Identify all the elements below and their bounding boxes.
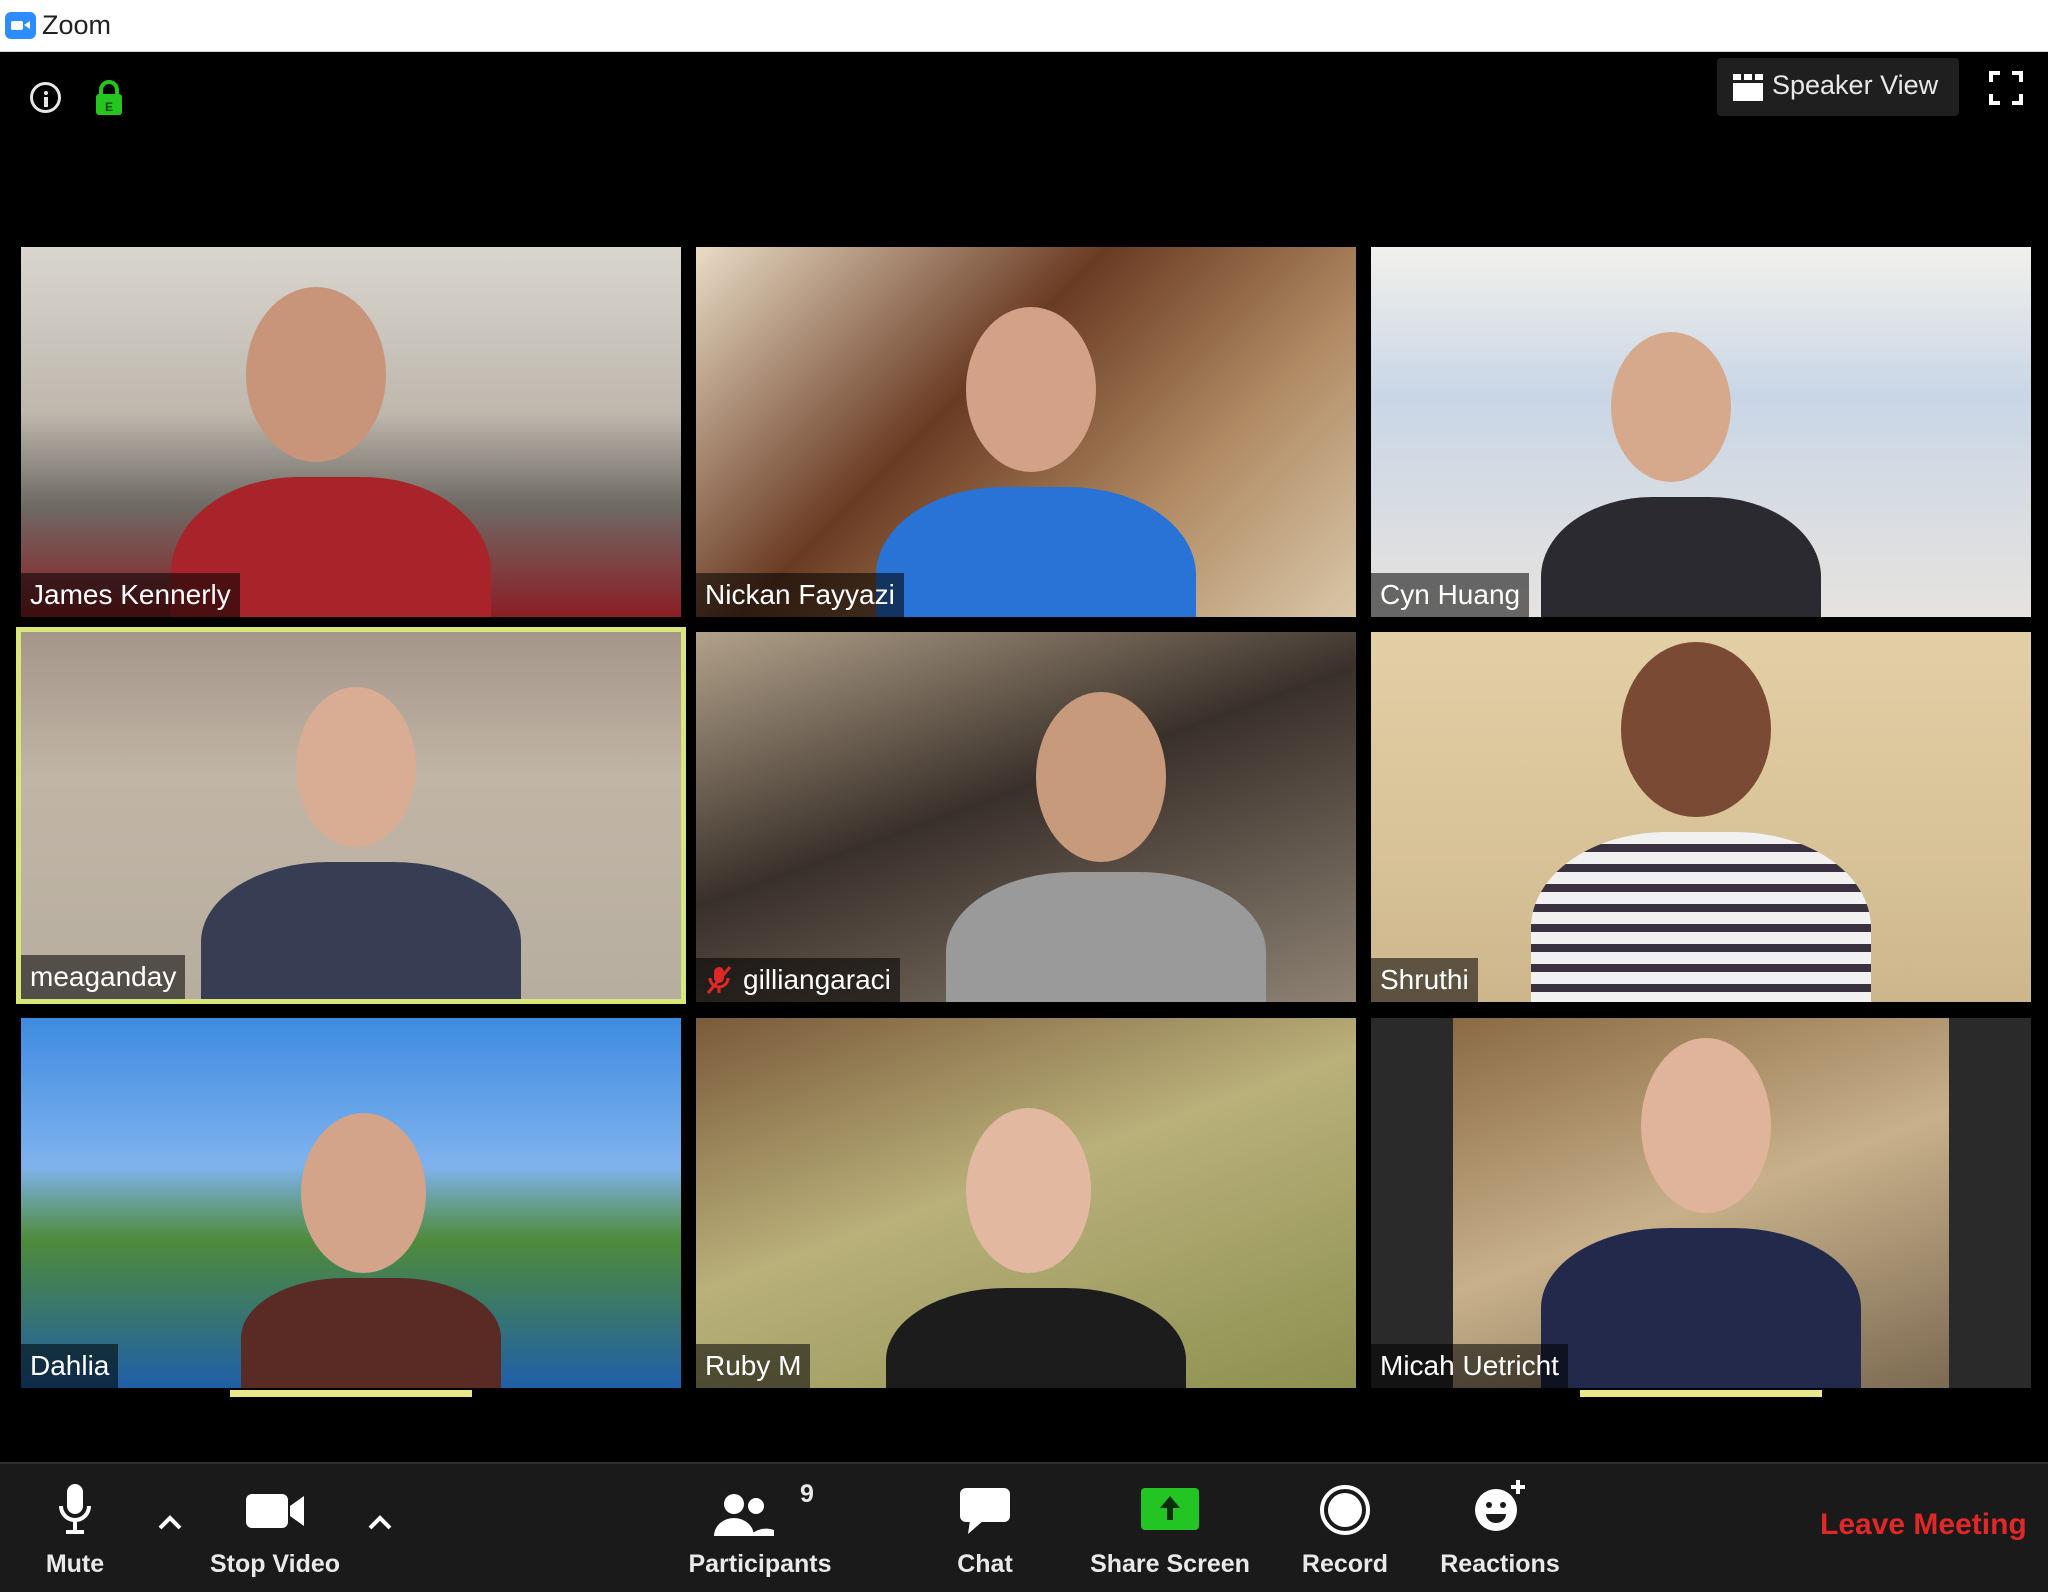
participants-icon <box>714 1494 774 1536</box>
app-title: Zoom <box>42 10 112 40</box>
zoom-logo-icon <box>5 12 36 39</box>
video-tile-dahlia[interactable]: Dahlia <box>21 1018 681 1388</box>
participant-body <box>886 1288 1186 1388</box>
share-screen-icon <box>1141 1488 1199 1530</box>
muted-microphone-icon <box>706 966 732 994</box>
video-tile-james-kennerly[interactable]: James Kennerly <box>21 247 681 617</box>
chat-button[interactable]: Chat <box>935 1464 1035 1592</box>
participant-body <box>241 1278 501 1388</box>
stop-video-label: Stop Video <box>209 1550 341 1578</box>
meeting-toolbar: Mute Stop Video Participants 9 Chat Shar… <box>0 1462 2048 1592</box>
lock-icon[interactable]: E <box>95 80 123 116</box>
participant-name: gilliangaraci <box>743 964 891 995</box>
reactions-icon <box>1475 1480 1525 1531</box>
video-camera-icon <box>246 1494 304 1528</box>
participant-body <box>1531 832 1871 1002</box>
record-button[interactable]: Record <box>1290 1464 1400 1592</box>
share-screen-label: Share Screen <box>1090 1550 1250 1578</box>
participant-name: Ruby M <box>696 1344 811 1388</box>
participant-face <box>1036 692 1166 862</box>
participant-body <box>946 872 1266 1002</box>
record-label: Record <box>1301 1550 1389 1578</box>
speaker-view-label: Speaker View <box>1772 70 1939 100</box>
participant-body <box>1541 497 1821 617</box>
reactions-label: Reactions <box>1440 1550 1560 1578</box>
participant-face <box>1611 332 1731 482</box>
participant-face <box>296 687 416 847</box>
record-icon <box>1320 1485 1370 1535</box>
leave-meeting-button[interactable]: Leave Meeting <box>1820 1508 2027 1542</box>
video-tile-shruthi[interactable]: Shruthi <box>1371 632 2031 1002</box>
speaking-indicator <box>230 1390 472 1397</box>
microphone-icon <box>59 1484 91 1534</box>
video-tile-meaganday[interactable]: meaganday <box>21 632 681 999</box>
participants-button[interactable]: Participants <box>680 1464 840 1592</box>
chevron-up-icon[interactable] <box>152 1504 188 1540</box>
video-tile-nickan-fayyazi[interactable]: Nickan Fayyazi <box>696 247 1356 617</box>
participant-face <box>246 287 386 462</box>
participant-name: Nickan Fayyazi <box>696 573 904 617</box>
participant-body <box>201 862 521 999</box>
participant-face <box>1641 1038 1771 1213</box>
chevron-up-icon[interactable] <box>362 1504 398 1540</box>
share-screen-button[interactable]: Share Screen <box>1085 1464 1255 1592</box>
participant-name: meaganday <box>21 955 186 999</box>
participant-name: Shruthi <box>1371 958 1478 1002</box>
chat-label: Chat <box>957 1550 1013 1578</box>
mute-label: Mute <box>45 1550 105 1578</box>
participant-name: Dahlia <box>21 1344 119 1388</box>
participant-name: Cyn Huang <box>1371 573 1530 617</box>
video-tile-cyn-huang[interactable]: Cyn Huang <box>1371 247 2031 617</box>
participant-face <box>966 1108 1091 1273</box>
participant-body <box>876 487 1196 617</box>
participant-face <box>1621 642 1771 817</box>
speaker-view-button[interactable]: Speaker View <box>1717 58 1959 116</box>
title-bar: Zoom <box>0 0 2048 52</box>
participant-face <box>301 1113 426 1273</box>
participant-name-tag: gilliangaraci <box>696 958 900 1002</box>
fullscreen-icon[interactable] <box>1988 70 2024 106</box>
participant-name: James Kennerly <box>21 573 240 617</box>
speaking-indicator <box>1580 1390 1822 1397</box>
reactions-button[interactable]: Reactions <box>1430 1464 1570 1592</box>
participants-count: 9 <box>800 1480 814 1508</box>
video-tile-ruby-m[interactable]: Ruby M <box>696 1018 1356 1388</box>
video-tile-gilliangaraci[interactable]: gilliangaraci <box>696 632 1356 1002</box>
svg-text:E: E <box>105 100 113 114</box>
participant-body <box>1541 1228 1861 1388</box>
grid-icon <box>1733 74 1763 101</box>
mute-button[interactable]: Mute <box>30 1464 120 1592</box>
video-tile-micah-uetricht[interactable]: Micah Uetricht <box>1371 1018 2031 1388</box>
participant-face <box>966 307 1096 472</box>
participants-label: Participants <box>688 1550 832 1578</box>
participant-name: Micah Uetricht <box>1371 1344 1568 1388</box>
chat-bubble-icon <box>960 1488 1010 1534</box>
stop-video-button[interactable]: Stop Video <box>200 1464 350 1592</box>
info-icon[interactable] <box>30 82 61 113</box>
